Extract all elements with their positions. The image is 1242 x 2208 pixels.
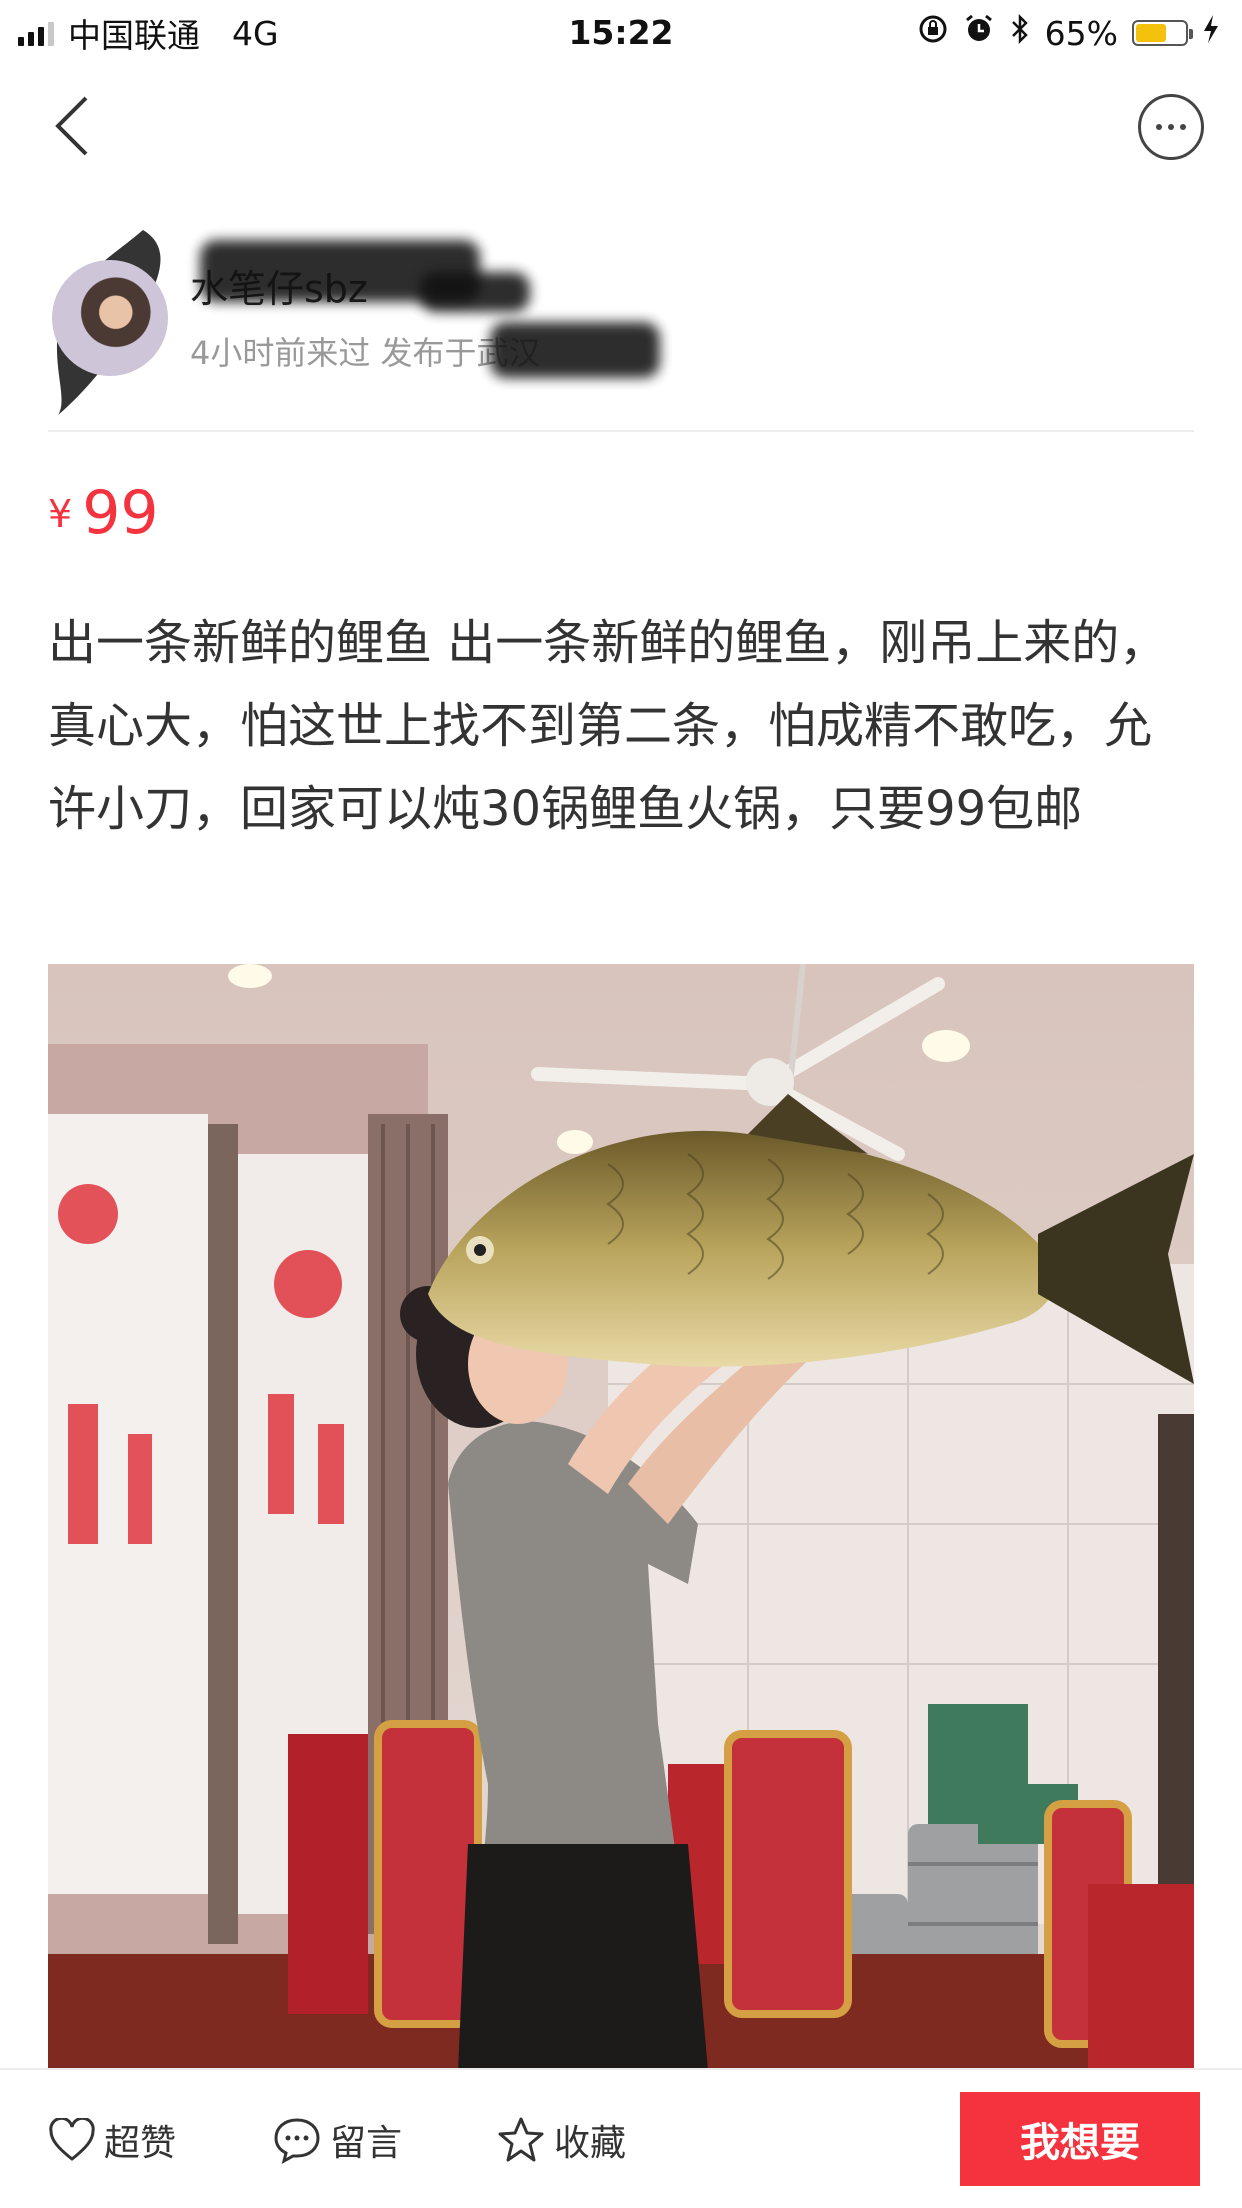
favorite-button[interactable]: 收藏: [496, 2114, 626, 2166]
more-dots-icon: [1156, 124, 1162, 130]
battery-percent: 65%: [1044, 13, 1118, 53]
heart-icon: [49, 2118, 95, 2161]
alarm-icon: [963, 13, 995, 53]
product-photo[interactable]: [48, 964, 1194, 2070]
battery-icon: [1132, 20, 1193, 46]
avatar[interactable]: [52, 260, 168, 376]
item-description: 出一条新鲜的鲤鱼 出一条新鲜的鲤鱼，刚吊上来的，真心大，怕这世上找不到第二条，怕…: [48, 615, 1168, 837]
nav-bar: [0, 66, 1242, 186]
currency-symbol: ¥: [48, 492, 73, 536]
bottom-action-bar: 超赞 留言 收藏 我想要: [0, 2068, 1242, 2208]
location-redaction: [490, 322, 660, 378]
comment-label: 留言: [330, 2123, 403, 2164]
divider: [48, 430, 1194, 432]
chevron-left-icon: [55, 96, 88, 156]
price-value: 99: [82, 478, 159, 548]
back-button[interactable]: [42, 94, 102, 158]
comment-icon: [274, 2118, 320, 2164]
like-button[interactable]: 超赞: [48, 2114, 176, 2166]
seller-meta: 4小时前来过 发布于武汉: [190, 334, 541, 372]
like-label: 超赞: [104, 2123, 177, 2164]
charging-icon: [1202, 13, 1220, 53]
comment-button[interactable]: 留言: [272, 2114, 402, 2166]
rotation-lock-icon: [917, 13, 949, 53]
name-redaction-2: [420, 272, 530, 312]
bluetooth-icon: [1009, 13, 1031, 53]
star-icon: [498, 2117, 544, 2162]
price: ¥99: [48, 478, 159, 548]
status-bar: 中国联通 4G 15:22 65%: [0, 0, 1242, 66]
seller-info[interactable]: 水笔仔sbz 4小时前来过 发布于武汉: [0, 210, 1242, 430]
favorite-label: 收藏: [554, 2123, 627, 2164]
more-button[interactable]: [1138, 94, 1204, 160]
battery-fill: [1136, 24, 1166, 42]
status-right: 65%: [917, 8, 1220, 58]
want-button[interactable]: 我想要: [960, 2092, 1200, 2186]
